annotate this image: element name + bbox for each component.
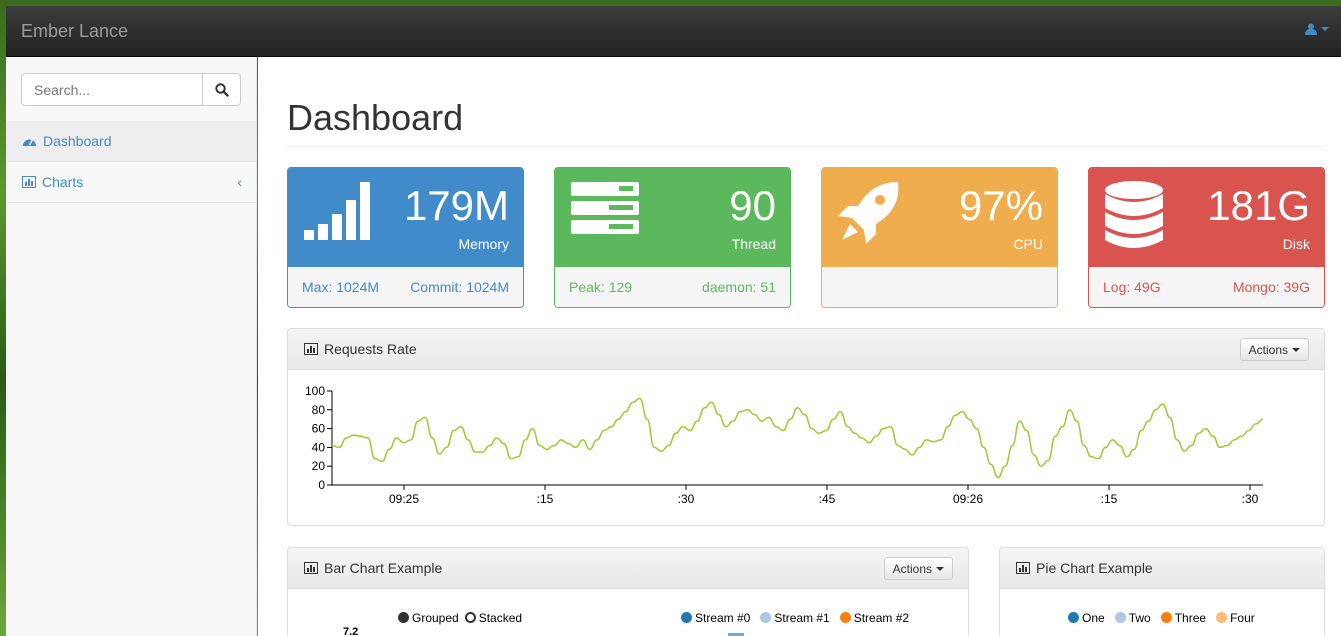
y-tick-label: 60 (312, 422, 326, 436)
bar-legend: Stream #0 Stream #1 Stream #2 (681, 611, 909, 625)
stat-value: 90 (729, 182, 776, 229)
caret-icon (936, 566, 944, 571)
x-tick-label: :30 (678, 492, 695, 506)
user-icon (1305, 23, 1317, 35)
sidebar-item-label: Charts (42, 174, 84, 190)
legend-stream-1[interactable]: Stream #1 (760, 611, 830, 625)
bar-chart-icon (304, 343, 318, 355)
legend-label: One (1082, 611, 1105, 625)
bar-chart-icon (22, 176, 36, 188)
legend-two[interactable]: Two (1114, 611, 1151, 625)
y-tick-label: 40 (312, 440, 326, 454)
search-input[interactable] (21, 73, 203, 106)
sidebar: Dashboard Charts ‹ (6, 57, 257, 636)
legend-label: Stream #1 (774, 611, 830, 625)
main-content: Dashboard 179M Memory Max: 1024M Commit:… (258, 57, 1341, 636)
stat-value: 181G (1207, 182, 1310, 229)
legend-one[interactable]: One (1068, 611, 1105, 625)
chevron-left-icon: ‹ (237, 174, 242, 190)
x-tick-label: :30 (1242, 492, 1259, 506)
search-icon (214, 82, 229, 97)
page-title: Dashboard (287, 97, 464, 138)
actions-dropdown[interactable]: Actions (1239, 338, 1309, 361)
series-line-0 (331, 397, 1264, 479)
requests-line-chart: 0 20 40 60 80 100 09:25 :15 :30 :45 09:26 :15 :30 (305, 384, 1264, 506)
actions-label: Actions (1248, 342, 1288, 357)
bar-chart-icon (1016, 562, 1030, 574)
stat-foot-left: Log: 49G (1103, 279, 1161, 295)
bar-chart-panel: Bar Chart Example Actions Grouped Stacke… (287, 547, 969, 636)
panel-heading: Bar Chart Example Actions (288, 548, 968, 589)
x-tick-label: 09:25 (389, 492, 419, 506)
caret-icon (1292, 347, 1300, 352)
legend-three[interactable]: Three (1160, 611, 1207, 625)
memory-stat-card: 179M Memory Max: 1024M Commit: 1024M (287, 167, 524, 308)
bar-chart-icon (304, 562, 318, 574)
signal-icon (304, 182, 370, 240)
y-tick-label: 0 (318, 478, 325, 492)
panel-title: Requests Rate (324, 341, 417, 357)
stat-label: Memory (458, 236, 509, 252)
sidebar-item-dashboard[interactable]: Dashboard (6, 121, 256, 162)
pie-chart-panel: Pie Chart Example One Two Three Four (999, 547, 1325, 636)
stat-foot-right: daemon: 51 (702, 279, 776, 295)
stat-value: 97% (958, 182, 1043, 229)
cpu-stat-card: 97% CPU (821, 167, 1058, 308)
search-button[interactable] (203, 73, 241, 106)
bar-y-tick: 7.2 (343, 626, 359, 636)
stacked-label: Stacked (478, 611, 523, 625)
x-tick-label: :45 (819, 492, 836, 506)
rocket-icon (838, 182, 899, 244)
y-tick-label: 80 (312, 403, 326, 417)
y-tick-label: 100 (305, 384, 325, 398)
brand-title[interactable]: Ember Lance (21, 21, 128, 42)
sidebar-item-charts[interactable]: Charts ‹ (6, 162, 256, 203)
top-navbar: Ember Lance (6, 6, 1341, 57)
requests-rate-panel: Requests Rate Actions 0 20 40 60 80 100 09:25:… (287, 328, 1325, 526)
actions-label: Actions (892, 561, 932, 576)
database-icon (1105, 181, 1163, 248)
actions-dropdown[interactable]: Actions (883, 557, 953, 580)
chevron-down-icon (1321, 27, 1329, 31)
disk-stat-card: 181G Disk Log: 49G Mongo: 39G (1088, 167, 1325, 308)
stat-label: CPU (1013, 236, 1043, 252)
legend-label: Stream #0 (695, 611, 751, 625)
x-tick-label: :15 (537, 492, 554, 506)
bar-mode-toggle: Grouped Stacked (398, 611, 522, 625)
legend-label: Two (1128, 611, 1151, 625)
legend-label: Four (1230, 611, 1255, 625)
stat-value: 179M (403, 182, 509, 229)
stat-label: Thread (731, 236, 776, 252)
search-group (21, 73, 241, 106)
legend-stream-2[interactable]: Stream #2 (839, 611, 910, 625)
stat-foot-right: Commit: 1024M (410, 279, 509, 295)
stacked-option[interactable]: Stacked (464, 611, 523, 625)
server-icon (571, 182, 639, 234)
thread-stat-card: 90 Thread Peak: 129 daemon: 51 (554, 167, 791, 308)
panel-heading: Requests Rate Actions (288, 329, 1324, 370)
legend-label: Stream #2 (853, 611, 910, 625)
grouped-label: Grouped (412, 611, 459, 625)
legend-stream-0[interactable]: Stream #0 (681, 611, 750, 625)
sidebar-item-label: Dashboard (43, 133, 112, 149)
panel-title: Pie Chart Example (1036, 560, 1153, 576)
stat-foot-left: Max: 1024M (302, 279, 380, 295)
dashboard-icon (23, 139, 36, 146)
legend-label: Three (1174, 611, 1207, 625)
divider (287, 146, 1325, 147)
panel-title: Bar Chart Example (324, 560, 443, 576)
grouped-option[interactable]: Grouped (398, 611, 459, 625)
legend-four[interactable]: Four (1216, 611, 1255, 625)
stat-foot-left: Peak: 129 (569, 279, 633, 295)
panel-heading: Pie Chart Example (1000, 548, 1324, 589)
x-tick-label: 09:26 (953, 492, 983, 506)
stat-foot-right: Mongo: 39G (1232, 279, 1310, 295)
user-menu[interactable] (1305, 23, 1329, 35)
pie-legend: One Two Three Four (1068, 611, 1255, 625)
stat-label: Disk (1282, 236, 1310, 252)
x-tick-label: :15 (1101, 492, 1118, 506)
y-tick-label: 20 (312, 459, 326, 473)
